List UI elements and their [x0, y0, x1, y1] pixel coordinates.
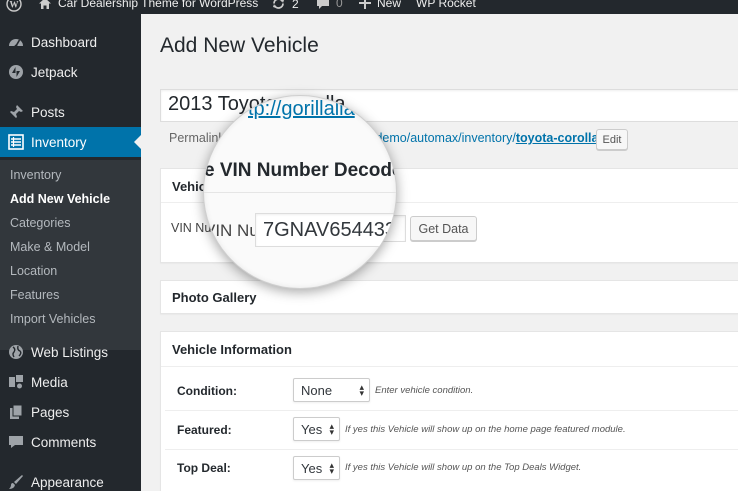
dashboard-icon — [8, 34, 24, 50]
wp-rocket-label: WP Rocket — [416, 0, 476, 10]
sidebar-item-pages[interactable]: Pages — [0, 397, 141, 427]
top-deal-value: Yes — [301, 460, 323, 476]
plus-icon — [359, 0, 371, 9]
comment-bubble-icon — [317, 0, 329, 9]
top-deal-help: If yes this Vehicle will show up on the … — [345, 462, 582, 473]
updates-count: 2 — [292, 0, 299, 11]
featured-help: If yes this Vehicle will show up on the … — [345, 424, 626, 435]
condition-label: Condition: — [177, 384, 237, 398]
edit-permalink-button[interactable]: Edit — [596, 129, 628, 150]
sidebar-item-posts[interactable]: Posts — [0, 97, 141, 127]
vehicle-information-box: Vehicle Information Condition: None ▴ ▾ E… — [160, 331, 738, 491]
site-name: Car Dealership Theme for WordPress — [58, 0, 259, 10]
sidebar-item-label: Inventory — [31, 134, 87, 150]
divider — [165, 410, 738, 411]
submenu-item-make-model[interactable]: Make & Model — [10, 240, 90, 254]
get-data-button[interactable]: Get Data — [410, 216, 477, 241]
home-icon — [39, 0, 51, 9]
admin-sidebar: Dashboard Jetpack Posts Inventory Invent… — [0, 14, 141, 491]
magnified-permalink: tp://gorillalla — [248, 98, 355, 120]
updates-icon — [273, 0, 284, 9]
page-title: Add New Vehicle — [160, 34, 319, 57]
list-icon — [8, 134, 24, 150]
brush-icon — [8, 474, 24, 490]
featured-value: Yes — [301, 421, 323, 437]
magnified-vin-title: e VIN Number Decoder — [204, 160, 397, 181]
jetpack-icon — [8, 64, 24, 80]
submenu-item-features[interactable]: Features — [10, 288, 59, 302]
divider — [165, 449, 738, 450]
submenu-item-import-vehicles[interactable]: Import Vehicles — [10, 312, 95, 326]
submenu-item-location[interactable]: Location — [10, 264, 57, 278]
magnifier-lens: tp://gorillalla e VIN Number Decoder VIN… — [203, 95, 397, 289]
condition-value: None — [301, 382, 333, 398]
top-deal-select[interactable]: Yes ▴ ▾ — [293, 456, 340, 480]
sidebar-item-label: Comments — [31, 434, 97, 450]
pin-icon — [8, 104, 24, 120]
magnified-vin-value: 7GNAV654433TF — [263, 219, 397, 241]
top-deal-label: Top Deal: — [177, 461, 231, 475]
site-name-link[interactable]: Car Dealership Theme for WordPress — [38, 0, 258, 10]
globe-icon — [8, 344, 24, 360]
comments-count: 0 — [336, 0, 343, 10]
photo-gallery-box: Photo Gallery — [160, 280, 738, 314]
sidebar-item-inventory[interactable]: Inventory — [0, 127, 141, 157]
select-arrows-icon: ▴ ▾ — [329, 460, 334, 476]
media-icon — [8, 374, 24, 390]
sidebar-item-label: Posts — [31, 104, 65, 120]
sidebar-item-label: Jetpack — [31, 64, 78, 80]
sidebar-item-label: Pages — [31, 404, 70, 420]
select-arrows-icon: ▴ ▾ — [359, 382, 364, 398]
vehicle-information-title[interactable]: Vehicle Information — [172, 342, 292, 357]
permalink-url[interactable]: /demo/automax/inventory/toyota-corolla/ — [372, 131, 602, 145]
featured-select[interactable]: Yes ▴ ▾ — [293, 417, 340, 441]
permalink-slug: toyota-corolla — [515, 131, 599, 145]
submenu-item-categories[interactable]: Categories — [10, 216, 70, 230]
comments-link[interactable]: 0 — [316, 0, 343, 10]
photo-gallery-title[interactable]: Photo Gallery — [172, 290, 257, 305]
wp-rocket-link[interactable]: WP Rocket — [416, 0, 476, 10]
featured-label: Featured: — [177, 423, 232, 437]
submenu-item-add-new-vehicle[interactable]: Add New Vehicle — [10, 192, 110, 206]
sidebar-item-comments[interactable]: Comments — [0, 427, 141, 457]
sidebar-item-label: Dashboard — [31, 34, 98, 50]
sidebar-item-appearance[interactable]: Appearance — [0, 467, 141, 491]
sidebar-item-label: Appearance — [31, 474, 104, 490]
condition-select[interactable]: None ▴ ▾ — [293, 378, 370, 402]
submenu-item-inventory[interactable]: Inventory — [10, 168, 61, 182]
magnified-vin-field: 7GNAV654433TF — [255, 213, 397, 247]
sidebar-item-label: Media — [31, 374, 68, 390]
divider — [161, 366, 738, 367]
inventory-submenu: Inventory Add New Vehicle Categories Mak… — [0, 160, 141, 350]
sidebar-item-jetpack[interactable]: Jetpack — [0, 57, 141, 87]
comment-icon — [8, 434, 24, 450]
sidebar-item-media[interactable]: Media — [0, 367, 141, 397]
sidebar-item-label: Web Listings — [31, 344, 109, 360]
wordpress-logo-icon[interactable]: W — [6, 0, 22, 12]
svg-text:W: W — [10, 0, 19, 10]
new-content-link[interactable]: New — [359, 0, 401, 10]
pages-icon — [8, 404, 24, 420]
permalink-path: /demo/automax/inventory/ — [372, 131, 516, 145]
sidebar-item-dashboard[interactable]: Dashboard — [0, 27, 141, 57]
new-label: New — [377, 0, 402, 10]
admin-bar: W Car Dealership Theme for WordPress 2 0… — [0, 0, 738, 14]
updates-link[interactable]: 2 — [271, 0, 299, 11]
condition-help: Enter vehicle condition. — [375, 385, 474, 396]
sidebar-item-web-listings[interactable]: Web Listings — [0, 337, 141, 367]
divider — [204, 192, 396, 193]
select-arrows-icon: ▴ ▾ — [329, 421, 334, 437]
